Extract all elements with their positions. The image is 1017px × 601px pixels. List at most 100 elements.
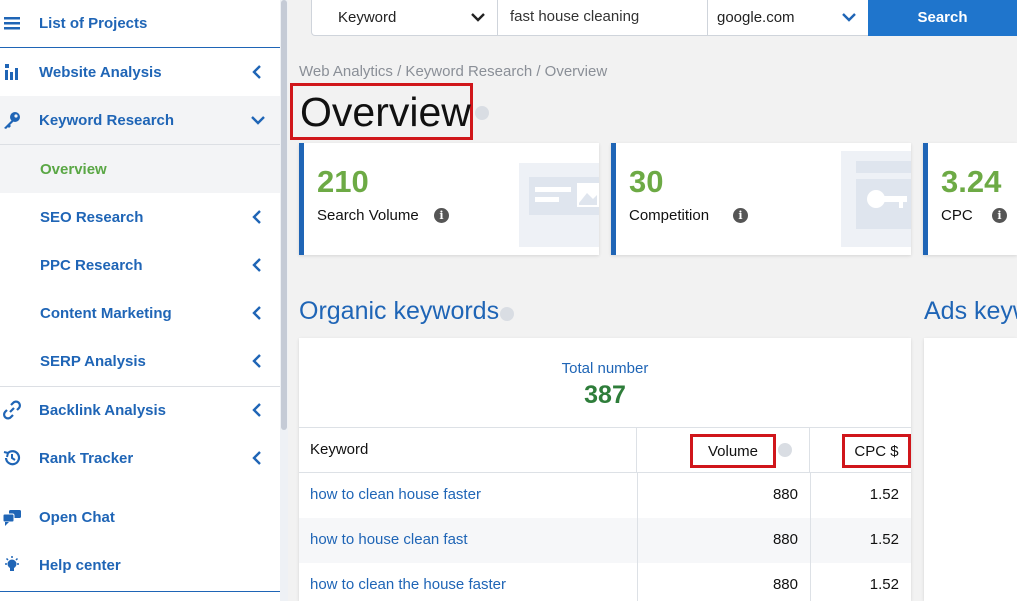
keyword-input[interactable]: fast house cleaning bbox=[498, 0, 708, 36]
chevron-left-icon bbox=[252, 354, 261, 368]
info-icon[interactable] bbox=[500, 307, 514, 321]
chart-illustration-icon bbox=[519, 163, 599, 247]
sidebar-item-label: Content Marketing bbox=[40, 304, 172, 322]
info-icon[interactable]: i bbox=[733, 208, 748, 223]
link-icon bbox=[3, 400, 21, 420]
divider bbox=[810, 563, 811, 601]
info-icon[interactable]: i bbox=[992, 208, 1007, 223]
search-button[interactable]: Search bbox=[868, 0, 1017, 36]
total-number-value: 387 bbox=[584, 381, 626, 409]
column-header-cpc[interactable]: CPC $ bbox=[842, 434, 911, 468]
search-engine-value: google.com bbox=[717, 9, 795, 26]
organic-keywords-panel: Total number 387 Keyword Volume CPC $ ho… bbox=[299, 338, 911, 601]
chevron-left-icon bbox=[252, 306, 261, 320]
sidebar-item-label: Rank Tracker bbox=[39, 449, 134, 467]
chevron-down-icon bbox=[471, 13, 485, 22]
divider bbox=[810, 518, 811, 563]
chat-icon bbox=[2, 510, 21, 526]
divider bbox=[637, 518, 638, 563]
history-icon bbox=[3, 450, 21, 466]
metric-label: Competition bbox=[629, 207, 710, 224]
sidebar: List of Projects Website Analysis Keywor… bbox=[0, 0, 280, 601]
keyword-link[interactable]: how to clean the house faster bbox=[310, 576, 506, 593]
organic-keywords-title: Organic keywords bbox=[299, 297, 500, 325]
search-engine-select[interactable]: google.com bbox=[708, 0, 868, 36]
divider bbox=[637, 473, 638, 518]
column-header-cpc-cell: CPC $ bbox=[810, 428, 911, 472]
sidebar-item-content-marketing[interactable]: Content Marketing bbox=[0, 289, 280, 337]
sidebar-item-overview[interactable]: Overview bbox=[0, 145, 280, 193]
table-header: Keyword Volume CPC $ bbox=[299, 427, 911, 473]
column-header-volume-cell: Volume bbox=[637, 428, 810, 472]
volume-cell: 880 bbox=[772, 531, 798, 548]
metric-card-search-volume: 210 Search Volume i bbox=[299, 143, 599, 255]
sidebar-item-ppc-research[interactable]: PPC Research bbox=[0, 241, 280, 289]
metric-value: 30 bbox=[629, 164, 664, 199]
info-icon[interactable] bbox=[475, 106, 489, 120]
chevron-left-icon bbox=[252, 451, 261, 465]
sidebar-item-label: SEO Research bbox=[40, 208, 144, 226]
chevron-down-icon bbox=[842, 13, 856, 22]
divider bbox=[810, 473, 811, 518]
sidebar-item-label: Overview bbox=[40, 160, 107, 178]
sidebar-item-serp-analysis[interactable]: SERP Analysis bbox=[0, 337, 280, 385]
sidebar-item-backlink-analysis[interactable]: Backlink Analysis bbox=[0, 386, 280, 434]
cpc-cell: 1.52 bbox=[869, 486, 899, 503]
list-icon bbox=[4, 17, 20, 30]
search-type-select[interactable]: Keyword bbox=[311, 0, 498, 36]
chevron-left-icon bbox=[252, 210, 261, 224]
chevron-down-icon bbox=[251, 116, 265, 125]
analytics-icon bbox=[5, 64, 18, 80]
sidebar-scrollbar[interactable] bbox=[280, 0, 288, 601]
search-type-value: Keyword bbox=[338, 9, 397, 26]
keyword-link[interactable]: how to house clean fast bbox=[310, 531, 468, 548]
metric-label: Search Volume bbox=[317, 207, 419, 224]
chevron-left-icon bbox=[252, 403, 261, 417]
ads-keywords-title: Ads keywords bbox=[924, 297, 1017, 325]
metric-label: CPC bbox=[941, 207, 973, 224]
bulb-icon bbox=[5, 556, 19, 571]
metric-value: 3.24 bbox=[941, 164, 1002, 199]
metric-card-cpc: 3.24 CPC i bbox=[923, 143, 1017, 255]
volume-cell: 880 bbox=[772, 486, 798, 503]
metric-card-competition: 30 Competition i bbox=[611, 143, 911, 255]
search-bar: Keyword fast house cleaning google.com S… bbox=[311, 0, 1017, 36]
key-icon bbox=[4, 112, 20, 129]
sidebar-item-label: Help center bbox=[39, 556, 121, 574]
metric-value: 210 bbox=[317, 164, 369, 199]
volume-cell: 880 bbox=[772, 576, 798, 593]
sidebar-item-open-chat[interactable]: Open Chat bbox=[0, 493, 280, 541]
sidebar-item-help-center[interactable]: Help center bbox=[0, 541, 280, 589]
cpc-cell: 1.52 bbox=[869, 531, 899, 548]
sidebar-item-label: List of Projects bbox=[39, 14, 148, 32]
chevron-left-icon bbox=[252, 65, 261, 79]
chevron-left-icon bbox=[252, 258, 261, 272]
sidebar-item-seo-research[interactable]: SEO Research bbox=[0, 193, 280, 241]
total-number-label: Total number bbox=[561, 360, 649, 377]
sidebar-item-label: SERP Analysis bbox=[40, 352, 146, 370]
sidebar-item-label: Keyword Research bbox=[39, 111, 175, 129]
sidebar-item-keyword-research[interactable]: Keyword Research bbox=[0, 96, 280, 144]
sidebar-item-label: PPC Research bbox=[40, 256, 143, 274]
info-icon[interactable]: i bbox=[434, 208, 449, 223]
sidebar-item-rank-tracker[interactable]: Rank Tracker bbox=[0, 434, 280, 482]
sidebar-item-website-analysis[interactable]: Website Analysis bbox=[0, 48, 280, 96]
cpc-cell: 1.52 bbox=[869, 576, 899, 593]
table-row: how to clean the house faster 880 1.52 bbox=[299, 563, 911, 601]
breadcrumb: Web Analytics / Keyword Research / Overv… bbox=[299, 63, 608, 80]
column-header-volume[interactable]: Volume bbox=[690, 434, 776, 468]
sidebar-item-label: Backlink Analysis bbox=[39, 401, 167, 419]
sidebar-item-label: Website Analysis bbox=[39, 63, 162, 81]
info-icon[interactable] bbox=[778, 443, 792, 457]
table-row: how to house clean fast 880 1.52 bbox=[299, 518, 911, 563]
sidebar-item-list-of-projects[interactable]: List of Projects bbox=[0, 0, 280, 46]
page-title: Overview bbox=[290, 83, 473, 140]
scrollbar-thumb[interactable] bbox=[281, 0, 287, 430]
keyword-link[interactable]: how to clean house faster bbox=[310, 486, 481, 503]
sidebar-item-label: Open Chat bbox=[39, 508, 115, 526]
divider bbox=[637, 563, 638, 601]
table-row: how to clean house faster 880 1.52 bbox=[299, 473, 911, 518]
column-header-keyword[interactable]: Keyword bbox=[299, 428, 637, 472]
ads-keywords-panel bbox=[924, 338, 1017, 601]
key-illustration-icon bbox=[841, 151, 911, 247]
